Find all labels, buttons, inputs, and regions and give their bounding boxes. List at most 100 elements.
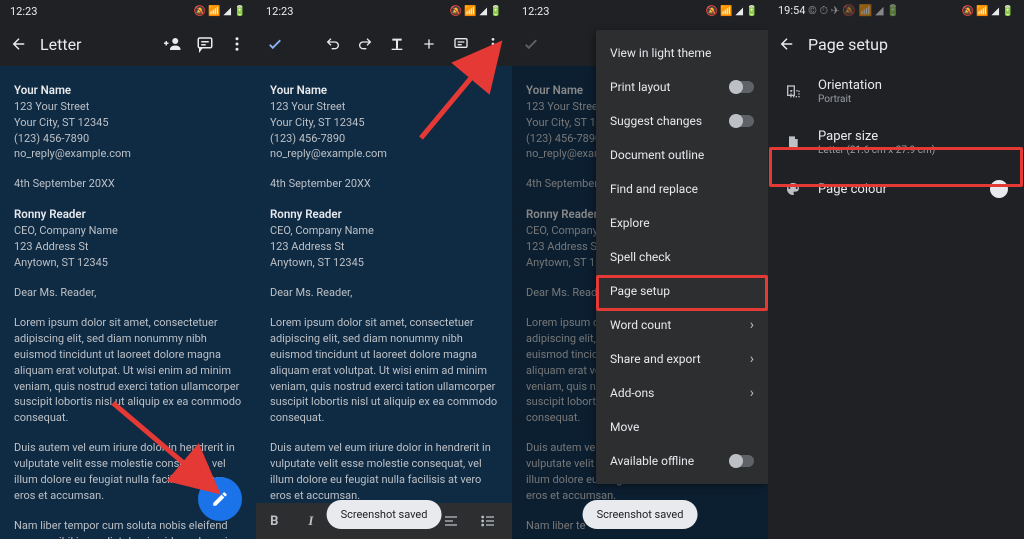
status-icons: 🔕 📶 ◢ 🔋 [194, 6, 247, 17]
menu-print-layout[interactable]: Print layout [596, 70, 768, 104]
bold-button[interactable]: B [260, 514, 288, 529]
back-icon[interactable] [8, 33, 30, 55]
comment-icon[interactable] [450, 33, 472, 55]
menu-document-outline[interactable]: Document outline [596, 138, 768, 172]
status-bar: 12:23 🔕 📶 ◢ 🔋 [256, 0, 512, 22]
menu-share-export[interactable]: Share and export› [596, 342, 768, 376]
text-line: 123 Address St [270, 239, 498, 255]
more-icon[interactable] [482, 33, 504, 55]
menu-suggest-changes[interactable]: Suggest changes [596, 104, 768, 138]
para: Nam liber tempor cum soluta nobis eleife… [14, 518, 242, 539]
text-line: 123 Your Street [270, 99, 498, 115]
comment-icon[interactable] [194, 33, 216, 55]
menu-light-theme[interactable]: View in light theme [596, 36, 768, 70]
chevron-right-icon: › [750, 385, 754, 401]
menu-word-count[interactable]: Word count› [596, 308, 768, 342]
palette-icon [784, 180, 802, 198]
doc-title[interactable]: Letter [40, 35, 152, 54]
toggle-icon[interactable] [730, 455, 754, 467]
menu-spell-check[interactable]: Spell check [596, 240, 768, 274]
menu-find-replace[interactable]: Find and replace [596, 172, 768, 206]
align-button[interactable] [443, 513, 471, 529]
overflow-menu: View in light theme Print layout Suggest… [596, 30, 768, 484]
text-line: CEO, Company Name [270, 223, 498, 239]
back-icon[interactable] [776, 33, 798, 55]
status-bar: 19:54 © ⏱ ✈ 🔕 📶 ◢ 🔋 🔕 📶 ◢ 🔋 [768, 0, 1024, 22]
check-icon[interactable] [520, 33, 542, 55]
date-line: 4th September 20XX [270, 176, 498, 192]
text-line: Your City, ST 12345 [270, 115, 498, 131]
toast: Screenshot saved [327, 500, 442, 529]
status-icons: 🔕 📶 ◢ 🔋 [450, 6, 503, 17]
document-page[interactable]: Your Name 123 Your Street Your City, ST … [0, 66, 256, 539]
colour-swatch-icon [990, 180, 1008, 198]
plus-icon[interactable] [418, 33, 440, 55]
text-line: no_reply@example.com [270, 146, 498, 162]
check-icon[interactable] [264, 33, 286, 55]
app-bar: Letter [0, 22, 256, 66]
screen-menu: 12:23 🔕 📶 ◢ 🔋 Your Name 123 Your Street … [512, 0, 768, 539]
undo-icon[interactable] [322, 33, 344, 55]
screen-page-setup: 19:54 © ⏱ ✈ 🔕 📶 ◢ 🔋 🔕 📶 ◢ 🔋 Page setup O… [768, 0, 1024, 539]
screen-editor: 12:23 🔕 📶 ◢ 🔋 Your Name 123 Your Street … [256, 0, 512, 539]
row-orientation[interactable]: Orientation Portrait [768, 66, 1024, 117]
edit-fab[interactable] [198, 477, 242, 521]
toggle-icon[interactable] [730, 81, 754, 93]
recipient-name: Ronny Reader [14, 206, 242, 223]
para: Duis autem vel eum iriure dolor in hendr… [270, 440, 498, 504]
setting-label: Page colour [818, 182, 974, 197]
salutation: Dear Ms. Reader, [14, 285, 242, 301]
menu-explore[interactable]: Explore [596, 206, 768, 240]
para: Lorem ipsum dolor sit amet, consectetuer… [14, 315, 242, 427]
menu-addons[interactable]: Add-ons› [596, 376, 768, 410]
italic-button[interactable]: I [297, 513, 325, 529]
orientation-icon [784, 83, 802, 101]
document-page[interactable]: Your Name 123 Your Street Your City, ST … [256, 66, 512, 539]
menu-page-setup[interactable]: Page setup [596, 274, 768, 308]
paper-icon [784, 134, 802, 152]
setting-value: Portrait [818, 94, 1008, 105]
status-bar: 12:23 🔕 📶 ◢ 🔋 [512, 0, 768, 22]
sender-name: Your Name [14, 82, 242, 99]
text-format-icon[interactable] [386, 33, 408, 55]
setting-label: Orientation [818, 78, 1008, 93]
status-icons: 🔕 📶 ◢ 🔋 [706, 6, 759, 17]
screen-viewer: 12:23 🔕 📶 ◢ 🔋 Letter Your Name 123 Your … [0, 0, 256, 539]
clock-text: 12:23 [266, 5, 293, 18]
text-line: CEO, Company Name [14, 223, 242, 239]
text-line: Anytown, ST 12345 [14, 255, 242, 271]
settings-list: Orientation Portrait Paper size Letter (… [768, 66, 1024, 539]
menu-move[interactable]: Move [596, 410, 768, 444]
setting-label: Paper size [818, 129, 1008, 144]
text-line: no_reply@example.com [14, 146, 242, 162]
app-bar [256, 22, 512, 66]
status-icons: 🔕 📶 ◢ 🔋 [962, 6, 1015, 17]
clock-text: 12:23 [10, 5, 37, 18]
text-line: (123) 456-7890 [14, 131, 242, 147]
chevron-right-icon: › [750, 317, 754, 333]
chevron-right-icon: › [750, 351, 754, 367]
text-line: 123 Your Street [14, 99, 242, 115]
clock-text: 12:23 [522, 5, 549, 18]
list-button[interactable] [480, 513, 508, 529]
status-bar: 12:23 🔕 📶 ◢ 🔋 [0, 0, 256, 22]
salutation: Dear Ms. Reader, [270, 285, 498, 301]
toggle-icon[interactable] [730, 115, 754, 127]
add-person-icon[interactable] [162, 33, 184, 55]
date-line: 4th September 20XX [14, 176, 242, 192]
toast: Screenshot saved [583, 500, 698, 529]
text-line: 123 Address St [14, 239, 242, 255]
redo-icon[interactable] [354, 33, 376, 55]
menu-available-offline[interactable]: Available offline [596, 444, 768, 478]
para: Lorem ipsum dolor sit amet, consectetuer… [270, 315, 498, 427]
row-paper-size[interactable]: Paper size Letter (21.6 cm x 27.9 cm) [768, 117, 1024, 168]
text-line: Anytown, ST 12345 [270, 255, 498, 271]
more-icon[interactable] [226, 33, 248, 55]
page-title: Page setup [808, 35, 1016, 54]
row-page-colour[interactable]: Page colour [768, 168, 1024, 210]
clock-text: 19:54 © ⏱ ✈ 🔕 📶 ◢ 🔋 [778, 4, 900, 18]
sender-name: Your Name [270, 82, 498, 99]
setting-value: Letter (21.6 cm x 27.9 cm) [818, 145, 1008, 156]
app-bar: Page setup [768, 22, 1024, 66]
text-line: (123) 456-7890 [270, 131, 498, 147]
